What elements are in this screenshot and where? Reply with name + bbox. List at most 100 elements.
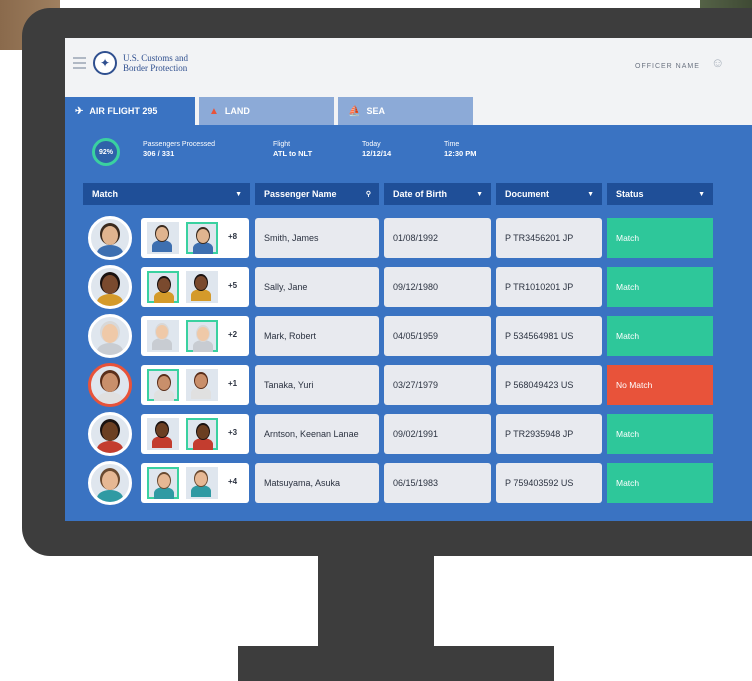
avatar-head: [156, 227, 168, 241]
passenger-name-cell[interactable]: Matsuyama, Asuka: [255, 463, 379, 503]
tab-sea-label: SEA: [366, 106, 385, 116]
document-cell[interactable]: P TR2935948 JP: [496, 414, 602, 454]
document-cell[interactable]: P 759403592 US: [496, 463, 602, 503]
avatar-body: [97, 343, 123, 355]
stat-processed: Passengers Processed 306 / 331: [143, 140, 215, 158]
date-of-birth-cell[interactable]: 01/08/1992: [384, 218, 491, 258]
avatar-head: [197, 425, 209, 439]
avatar-head: [197, 229, 209, 243]
flight-value: ATL to NLT: [273, 149, 313, 158]
document-cell[interactable]: P 534564981 US: [496, 316, 602, 356]
avatar-head: [102, 373, 118, 392]
avatar-head: [158, 376, 170, 390]
match-candidates[interactable]: +5: [141, 267, 249, 307]
passenger-name-cell[interactable]: Arntson, Keenan Lanae: [255, 414, 379, 454]
candidate-photo[interactable]: [147, 271, 179, 303]
candidate-photo[interactable]: [186, 467, 218, 499]
avatar-body: [97, 441, 123, 453]
monitor-stand-neck: [318, 556, 434, 646]
avatar-head: [102, 226, 118, 245]
date-of-birth-cell[interactable]: 09/02/1991: [384, 414, 491, 454]
extra-candidates-count[interactable]: +1: [228, 379, 237, 388]
passenger-name-cell[interactable]: Sally, Jane: [255, 267, 379, 307]
extra-candidates-count[interactable]: +3: [228, 428, 237, 437]
user-icon[interactable]: ☺: [711, 55, 724, 71]
date-of-birth-cell[interactable]: 03/27/1979: [384, 365, 491, 405]
document-cell[interactable]: P TR1010201 JP: [496, 267, 602, 307]
column-document[interactable]: Document ▼: [496, 183, 602, 205]
candidate-photo[interactable]: [186, 418, 218, 450]
passenger-photo[interactable]: [88, 461, 132, 505]
match-candidates[interactable]: +4: [141, 463, 249, 503]
avatar-head: [102, 422, 118, 441]
status-badge[interactable]: No Match: [607, 365, 713, 405]
document-cell[interactable]: P 568049423 US: [496, 365, 602, 405]
tab-land[interactable]: ▲ LAND: [199, 97, 334, 125]
passenger-name-cell[interactable]: Smith, James: [255, 218, 379, 258]
match-candidates[interactable]: +2: [141, 316, 249, 356]
agency-name-line1: U.S. Customs and: [123, 53, 189, 63]
passenger-photo[interactable]: [88, 363, 132, 407]
processed-value: 306 / 331: [143, 149, 175, 158]
match-candidates[interactable]: +3: [141, 414, 249, 454]
passenger-name-cell[interactable]: Tanaka, Yuri: [255, 365, 379, 405]
candidate-photo[interactable]: [147, 222, 179, 254]
status-badge[interactable]: Match: [607, 414, 713, 454]
agency-name: U.S. Customs and Border Protection: [123, 53, 188, 73]
passenger-photo[interactable]: [88, 265, 132, 309]
avatar-head: [158, 278, 170, 292]
column-status[interactable]: Status ▼: [607, 183, 713, 205]
passenger-photo[interactable]: [88, 412, 132, 456]
flight-label: Flight: [273, 141, 291, 148]
tab-sea[interactable]: ⛵ SEA: [338, 97, 473, 125]
column-date-of-birth[interactable]: Date of Birth ▼: [384, 183, 491, 205]
column-match[interactable]: Match ▼: [83, 183, 250, 205]
extra-candidates-count[interactable]: +2: [228, 330, 237, 339]
candidate-photo[interactable]: [186, 320, 218, 352]
candidate-photo[interactable]: [147, 320, 179, 352]
time-label: Time: [444, 141, 460, 148]
ship-icon: ⛵: [348, 105, 361, 117]
document-cell[interactable]: P TR3456201 JP: [496, 218, 602, 258]
candidate-photo[interactable]: [186, 222, 218, 254]
date-of-birth-cell[interactable]: 06/15/1983: [384, 463, 491, 503]
status-badge[interactable]: Match: [607, 218, 713, 258]
extra-candidates-count[interactable]: +5: [228, 281, 237, 290]
candidate-photo[interactable]: [147, 467, 179, 499]
passenger-photo[interactable]: [88, 314, 132, 358]
stat-flight: Flight ATL to NLT: [273, 140, 312, 158]
building-icon: ▲: [209, 105, 219, 117]
hamburger-menu-icon[interactable]: [73, 57, 86, 72]
avatar-head: [158, 474, 170, 488]
caret-down-icon: ▼: [476, 190, 483, 198]
date-of-birth-cell[interactable]: 09/12/1980: [384, 267, 491, 307]
tab-land-label: LAND: [224, 106, 250, 116]
column-passenger-name[interactable]: Passenger Name ⚲: [255, 183, 379, 205]
passenger-photo[interactable]: [88, 216, 132, 260]
match-candidates[interactable]: +8: [141, 218, 249, 258]
match-candidates[interactable]: +1: [141, 365, 249, 405]
extra-candidates-count[interactable]: +8: [228, 232, 237, 241]
officer-name[interactable]: OFFICER NAME: [635, 63, 700, 70]
caret-down-icon: ▼: [698, 190, 705, 198]
status-badge[interactable]: Match: [607, 267, 713, 307]
stat-time: Time 12:30 PM: [444, 140, 477, 158]
column-dob-label: Date of Birth: [393, 189, 447, 199]
avatar-body: [97, 392, 123, 404]
candidate-photo[interactable]: [186, 271, 218, 303]
status-badge[interactable]: Match: [607, 463, 713, 503]
avatar-head: [195, 276, 207, 290]
agency-seal-icon: ✦: [93, 51, 117, 75]
candidate-photo[interactable]: [147, 369, 179, 401]
tab-air[interactable]: ✈ AIR FLIGHT 295: [65, 97, 195, 125]
passenger-name-cell[interactable]: Mark, Robert: [255, 316, 379, 356]
date-of-birth-cell[interactable]: 04/05/1959: [384, 316, 491, 356]
progress-ring: 92%: [92, 138, 120, 166]
avatar-head: [197, 327, 209, 341]
candidate-photo[interactable]: [186, 369, 218, 401]
status-badge[interactable]: Match: [607, 316, 713, 356]
candidate-photo[interactable]: [147, 418, 179, 450]
avatar-head: [195, 472, 207, 486]
extra-candidates-count[interactable]: +4: [228, 477, 237, 486]
time-value: 12:30 PM: [444, 149, 477, 158]
